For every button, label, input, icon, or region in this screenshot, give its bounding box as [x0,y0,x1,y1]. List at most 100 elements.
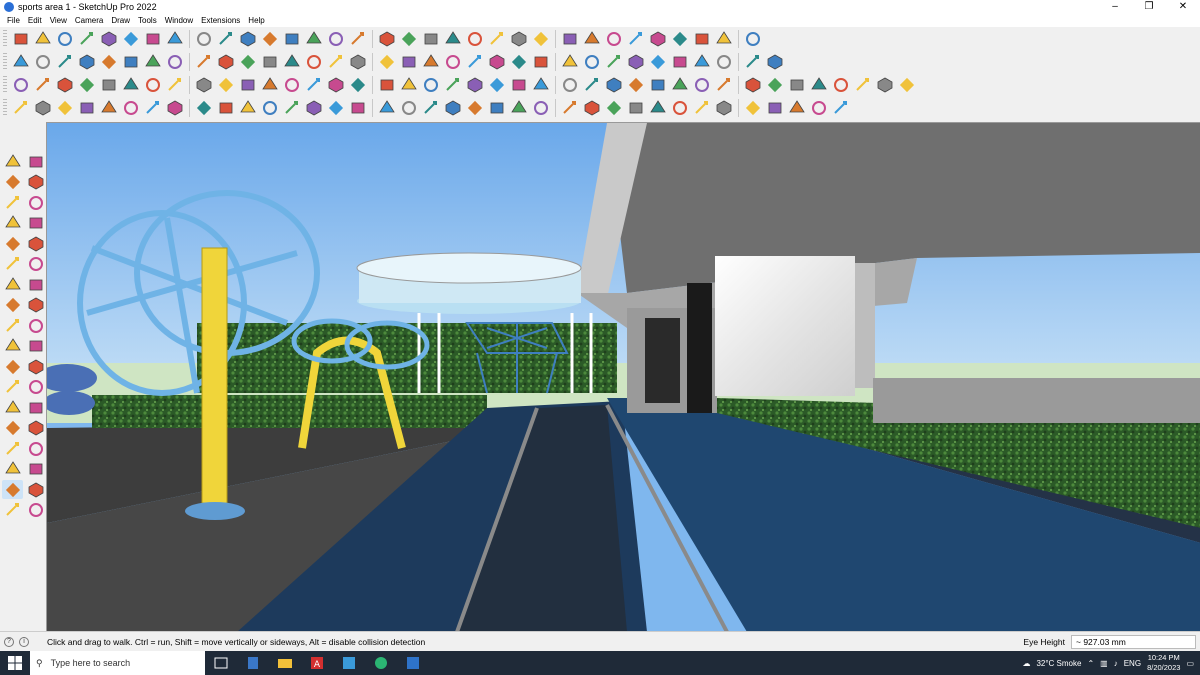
intersect-icon[interactable] [582,29,602,49]
maximize-button[interactable]: ❐ [1132,0,1166,14]
explode-icon[interactable] [875,75,895,95]
arc-icon[interactable] [99,29,119,49]
right-view-icon[interactable] [77,52,97,72]
shape2-icon[interactable] [582,52,602,72]
zoomwindow-icon[interactable] [377,29,397,49]
pie-tool-icon[interactable] [25,275,46,294]
cylinder-icon[interactable] [55,75,75,95]
toolbar-grip[interactable] [3,30,7,48]
freehand-tool-icon[interactable] [25,214,46,233]
3d-viewport[interactable] [46,122,1200,631]
soften-icon[interactable] [304,98,324,118]
reverse-icon[interactable] [326,98,346,118]
zoom-extents-icon[interactable] [2,439,23,458]
walk-tool-icon[interactable] [2,480,23,499]
helix-icon[interactable] [260,75,280,95]
pushpull-tool-icon[interactable] [25,316,46,335]
zoomextents-icon[interactable] [399,29,419,49]
polygon-tool-icon[interactable] [25,255,46,274]
toolbar-grip[interactable] [3,99,7,117]
dimension-tool-icon[interactable] [25,398,46,417]
stair-icon[interactable] [282,75,302,95]
light-icon[interactable] [809,98,829,118]
house3-icon[interactable] [326,52,346,72]
protractor-icon[interactable] [2,378,23,397]
face-icon[interactable] [282,98,302,118]
wedge-icon[interactable] [194,75,214,95]
followme-tool-icon[interactable] [25,296,46,315]
dimension-icon[interactable] [465,98,485,118]
store-app-icon[interactable] [333,651,365,675]
left-view-icon[interactable] [121,52,141,72]
model-info-icon[interactable] [743,29,763,49]
pentagon-icon[interactable] [509,52,529,72]
extrude-icon[interactable] [743,75,763,95]
nurbs-icon[interactable] [77,98,97,118]
angle-icon[interactable] [509,98,529,118]
extension-icon[interactable] [216,52,236,72]
sphere-icon[interactable] [99,75,119,95]
truss-icon[interactable] [465,75,485,95]
torus-icon[interactable] [121,75,141,95]
union-icon[interactable] [604,29,624,49]
radius-icon[interactable] [531,98,551,118]
uv-icon[interactable] [743,98,763,118]
shape3-icon[interactable] [604,52,624,72]
toolbar-grip[interactable] [3,53,7,71]
rotate-icon[interactable] [216,29,236,49]
move-tool-icon[interactable] [2,316,23,335]
bake-icon[interactable] [765,98,785,118]
flip-tool-icon[interactable] [25,501,46,520]
column-icon[interactable] [421,75,441,95]
position-camera-icon[interactable] [2,460,23,479]
select-icon[interactable] [33,29,53,49]
text-tool-icon[interactable] [25,357,46,376]
paint-icon[interactable] [304,29,324,49]
pattern-icon[interactable] [648,98,668,118]
menu-view[interactable]: View [46,14,71,27]
line-icon[interactable] [77,29,97,49]
octagon-icon[interactable] [531,52,551,72]
top-view-icon[interactable] [33,52,53,72]
orbit-tool-icon[interactable] [25,152,46,171]
array-icon[interactable] [560,75,580,95]
rotate-tool-icon[interactable] [2,337,23,356]
smooth-icon[interactable] [121,98,141,118]
pushpull-icon[interactable] [143,29,163,49]
rotated-rectangle-icon[interactable] [25,234,46,253]
hexagon-icon[interactable] [487,52,507,72]
minimize-button[interactable]: – [1098,0,1132,14]
sketchup-taskbar-icon[interactable] [397,651,429,675]
edge-icon[interactable] [260,98,280,118]
undo-icon[interactable] [692,29,712,49]
line-tool-icon[interactable] [2,214,23,233]
pyramid-icon[interactable] [165,75,185,95]
warehouse-icon[interactable] [194,52,214,72]
wall-icon[interactable] [304,75,324,95]
lattice-icon[interactable] [670,98,690,118]
trim-icon[interactable] [648,29,668,49]
zoom-window-icon[interactable] [25,419,46,438]
cone-icon[interactable] [77,75,97,95]
close-button[interactable]: ✕ [1166,0,1200,14]
material-icon[interactable] [670,52,690,72]
iso-view-icon[interactable] [11,52,31,72]
eraser-icon[interactable] [55,29,75,49]
circle-icon[interactable] [421,52,441,72]
text-icon[interactable] [282,29,302,49]
prism-icon[interactable] [143,75,163,95]
taskbar-search[interactable]: ⚲ Type here to search [30,651,205,675]
tube-icon[interactable] [238,75,258,95]
slab-icon[interactable] [443,75,463,95]
box-icon[interactable] [11,75,31,95]
notifications-icon[interactable]: ▭ [1186,659,1194,668]
align-icon[interactable] [377,98,397,118]
pan-icon[interactable] [348,29,368,49]
distribute-icon[interactable] [399,98,419,118]
grid-icon[interactable] [531,75,551,95]
sweep-icon[interactable] [714,75,734,95]
credits-icon[interactable]: i [19,636,29,647]
menu-tools[interactable]: Tools [134,14,161,27]
tape-measure-icon[interactable] [2,357,23,376]
shell-icon[interactable] [787,75,807,95]
